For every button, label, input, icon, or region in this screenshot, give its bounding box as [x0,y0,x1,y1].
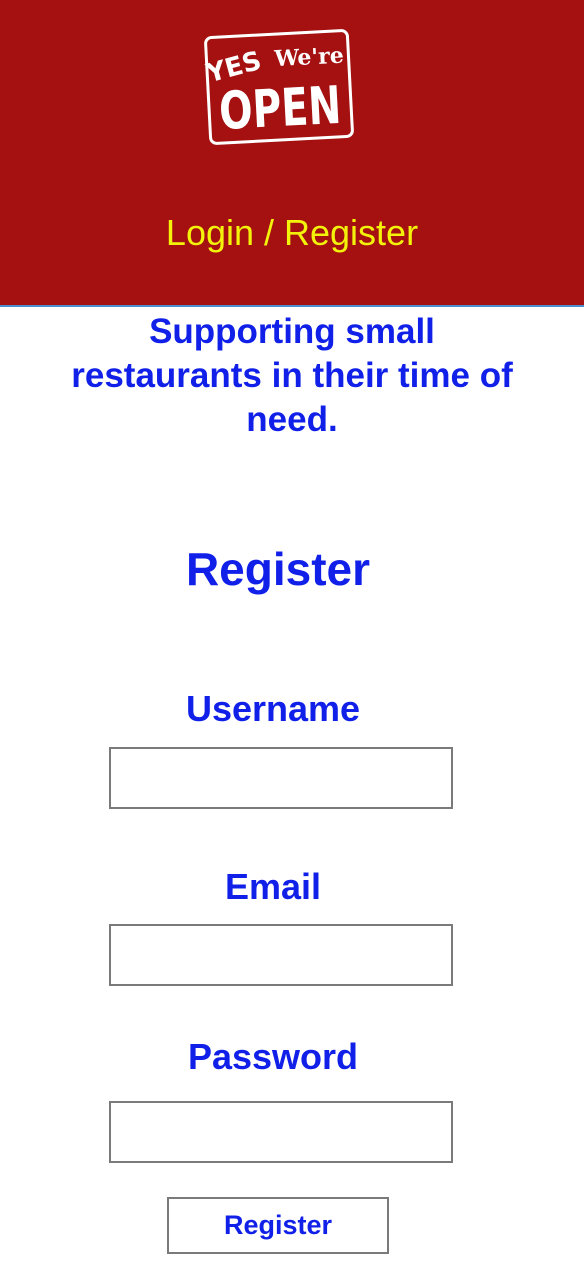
register-title: Register [185,543,371,595]
site-header: YES We're OPEN Login / Register [0,0,584,307]
tagline: Supporting small restaurants in their ti… [71,312,513,439]
password-label: Password [187,1036,359,1077]
logo-open-text: OPEN [218,76,343,142]
register-button[interactable]: Register [167,1197,389,1254]
yes-were-open-logo[interactable]: YES We're OPEN [202,28,356,146]
password-input[interactable] [109,1101,453,1163]
logo-were-text: We're [273,43,344,73]
username-input[interactable] [109,747,453,809]
email-label: Email [224,866,322,907]
login-register-link[interactable]: Login / Register [0,210,584,256]
email-input[interactable] [109,924,453,986]
username-label: Username [185,688,361,729]
